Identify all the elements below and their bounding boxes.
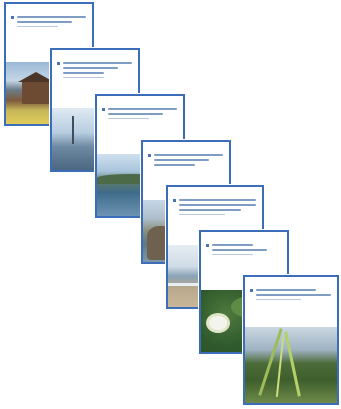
logo-mark bbox=[102, 108, 105, 111]
cover-title-lines bbox=[17, 16, 86, 30]
cover-title-lines bbox=[179, 199, 256, 218]
cover-title-lines bbox=[212, 244, 281, 258]
logo-mark bbox=[11, 16, 14, 19]
logo-mark bbox=[250, 289, 253, 292]
report-cover-7[interactable] bbox=[243, 275, 339, 405]
logo-mark bbox=[173, 199, 176, 202]
cover-title-lines bbox=[108, 108, 177, 122]
cover-title-lines bbox=[63, 62, 132, 81]
logo-mark bbox=[57, 62, 60, 65]
cover-title-lines bbox=[256, 289, 331, 303]
cover-title-lines bbox=[154, 154, 223, 169]
logo-mark bbox=[206, 244, 209, 247]
cover-photo-reeds bbox=[245, 327, 337, 403]
logo-mark bbox=[148, 154, 151, 157]
